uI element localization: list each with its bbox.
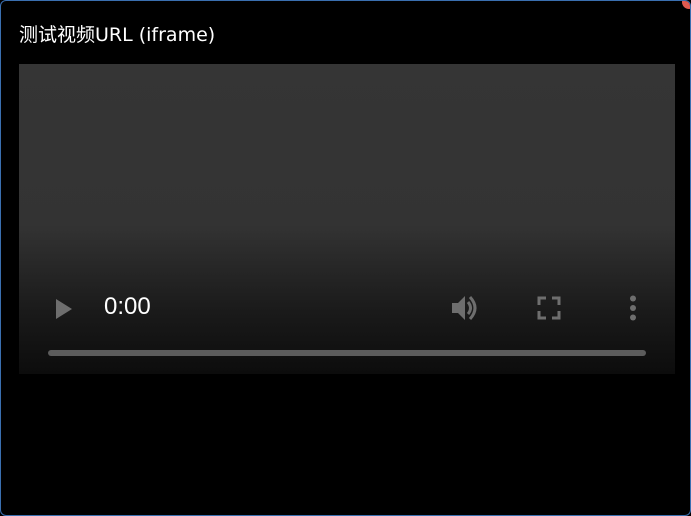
current-time: 0:00 <box>104 293 151 320</box>
app-window: 测试视频URL (iframe) 0:00 <box>0 0 691 516</box>
play-icon <box>56 299 72 319</box>
fullscreen-button[interactable] <box>533 292 565 324</box>
more-options-icon <box>630 295 636 321</box>
seek-bar[interactable] <box>48 350 646 356</box>
volume-icon <box>452 295 477 321</box>
more-options-button[interactable] <box>621 292 645 324</box>
fullscreen-icon <box>537 296 561 320</box>
play-button[interactable] <box>49 294 79 324</box>
mute-button[interactable] <box>447 291 483 325</box>
window-corner-indicator <box>682 1 690 9</box>
video-player[interactable]: 0:00 <box>19 64 675 374</box>
page-title: 测试视频URL (iframe) <box>19 24 216 46</box>
